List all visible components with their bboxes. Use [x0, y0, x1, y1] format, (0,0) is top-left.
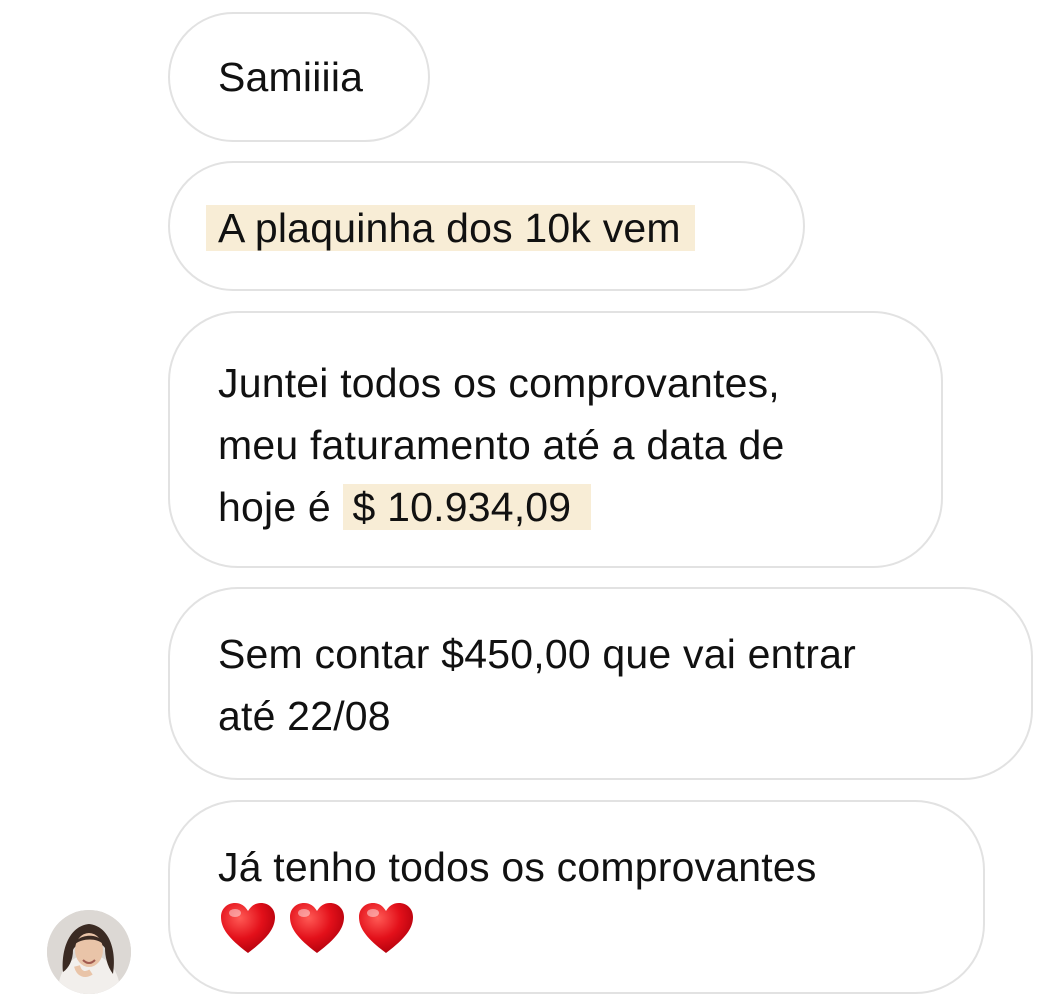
message-line: Juntei todos os comprovantes, — [218, 360, 780, 406]
message-bubble-1[interactable]: Samiiiia — [168, 12, 430, 142]
message-bubble-3[interactable]: Juntei todos os comprovantes, meu fatura… — [168, 311, 943, 568]
red-heart-icon — [287, 898, 347, 960]
message-bubble-5[interactable]: Já tenho todos os comprovantes — [168, 800, 985, 994]
profile-photo-icon — [47, 910, 131, 994]
highlighted-amount: $ 10.934,09 — [342, 484, 592, 530]
message-bubble-4[interactable]: Sem contar $450,00 que vai entrar até 22… — [168, 587, 1033, 780]
red-heart-icon — [356, 898, 416, 960]
red-heart-icon — [218, 898, 278, 960]
message-text: hoje é — [218, 484, 331, 530]
message-bubble-2[interactable]: A plaquinha dos 10k vem — [168, 161, 805, 291]
message-line: meu faturamento até a data de — [218, 422, 785, 468]
message-text: Samiiiia — [218, 54, 364, 100]
message-line: Sem contar $450,00 que vai entrar — [218, 631, 856, 677]
emoji-row — [218, 898, 983, 960]
highlighted-text: A plaquinha dos 10k vem — [206, 205, 695, 251]
message-line: Já tenho todos os comprovantes — [218, 844, 817, 890]
message-line: hoje é $ 10.934,09 — [218, 476, 941, 538]
avatar[interactable] — [47, 910, 131, 994]
message-line: até 22/08 — [218, 693, 391, 739]
